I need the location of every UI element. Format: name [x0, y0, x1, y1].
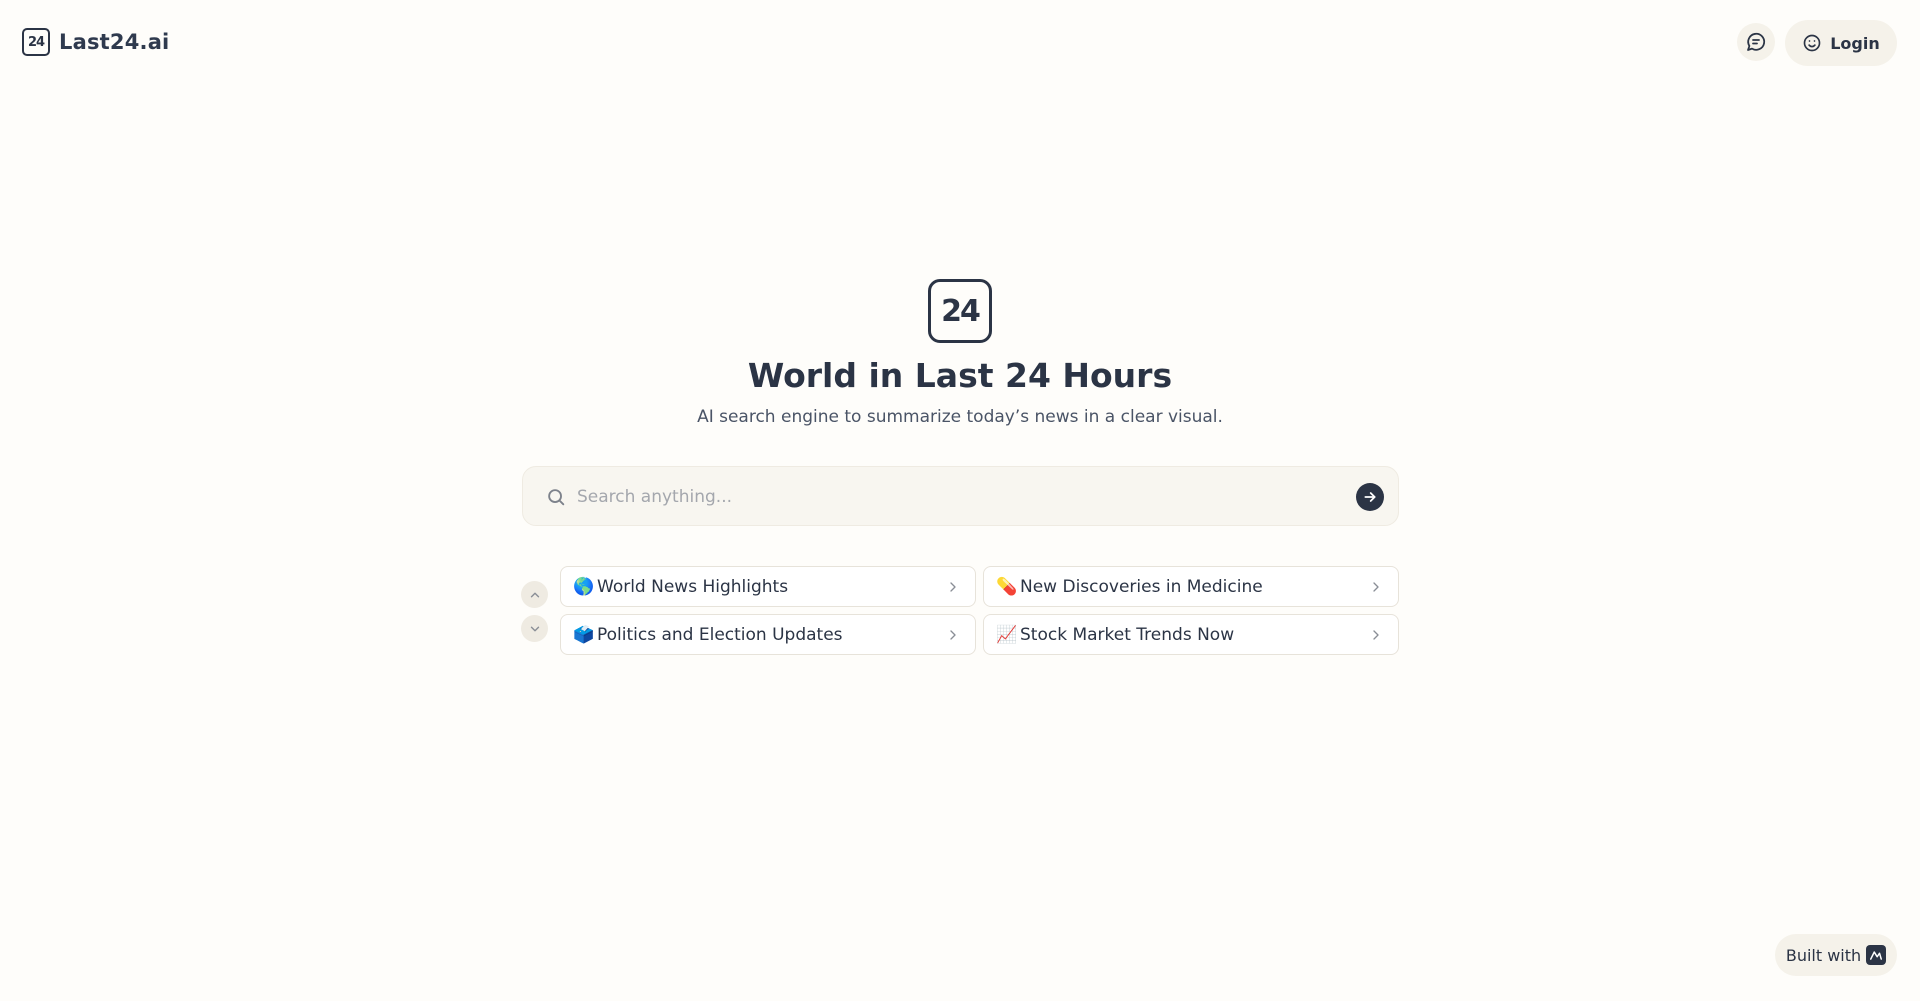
login-button[interactable]: Login: [1785, 20, 1897, 66]
top-bar: 24 Last24.ai Login: [0, 0, 1920, 86]
brand-logo-icon: 24: [22, 28, 50, 56]
suggestion-label: Politics and Election Updates: [597, 624, 843, 645]
suggestions-scroll-down-button[interactable]: [521, 615, 548, 642]
ballot-box-icon: 🗳️: [573, 624, 595, 645]
suggestion-stock-market[interactable]: 📈 Stock Market Trends Now: [983, 614, 1399, 655]
chevron-right-icon: [1373, 630, 1379, 640]
built-with-label: Built with: [1785, 945, 1862, 965]
built-with-badge[interactable]: Built with: [1775, 934, 1897, 976]
page-subtitle: AI search engine to summarize today’s ne…: [697, 407, 1223, 427]
chevron-right-icon: [1373, 582, 1379, 592]
search-input[interactable]: [577, 481, 1337, 513]
arrow-right-icon: [1364, 492, 1376, 502]
search-bar: [522, 466, 1399, 526]
search-submit-button[interactable]: [1356, 483, 1384, 511]
page-title: World in Last 24 Hours: [747, 356, 1173, 395]
hero-logo-icon: 24: [928, 279, 992, 343]
chevron-right-icon: [950, 582, 956, 592]
login-label: Login: [1830, 33, 1880, 53]
chevron-right-icon: [950, 630, 956, 640]
chevron-down-icon: [530, 626, 539, 631]
message-square-icon: [1747, 32, 1766, 51]
feedback-chat-button[interactable]: [1737, 23, 1775, 61]
suggestion-medicine[interactable]: 💊 New Discoveries in Medicine: [983, 566, 1399, 607]
smile-icon: [1803, 34, 1821, 52]
suggestions-scroll-up-button[interactable]: [521, 581, 548, 608]
suggestion-label: Stock Market Trends Now: [1020, 624, 1235, 645]
globe-icon: 🌎: [573, 576, 595, 597]
suggestion-politics[interactable]: 🗳️ Politics and Election Updates: [560, 614, 976, 655]
suggestion-world-news[interactable]: 🌎 World News Highlights: [560, 566, 976, 607]
brand-link[interactable]: 24 Last24.ai: [22, 28, 169, 56]
pill-icon: 💊: [996, 576, 1018, 597]
suggestion-label: New Discoveries in Medicine: [1020, 576, 1263, 597]
brand-name: Last24.ai: [59, 30, 170, 54]
suggestion-label: World News Highlights: [597, 576, 789, 597]
chevron-up-icon: [530, 592, 539, 597]
chart-increasing-icon: 📈: [996, 624, 1018, 645]
search-icon: [548, 489, 565, 506]
builder-logo-icon: [1866, 945, 1887, 965]
